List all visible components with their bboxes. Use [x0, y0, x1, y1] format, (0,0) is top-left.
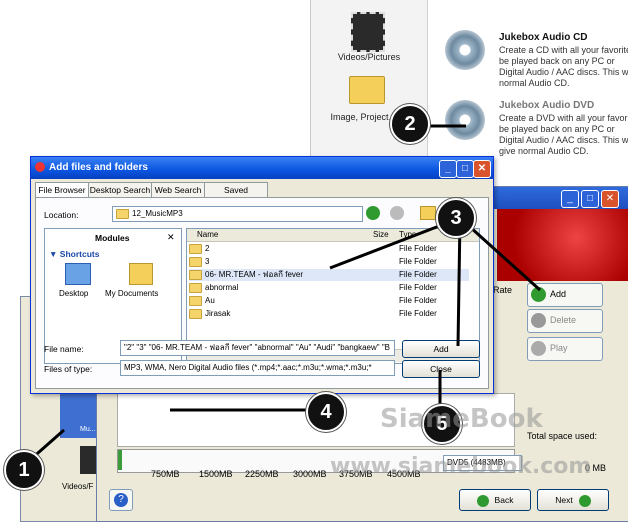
callout-lines	[29, 124, 542, 462]
callout-3: 3	[436, 198, 476, 238]
callout-2: 2	[390, 104, 430, 144]
callout-4: 4	[306, 392, 346, 432]
watermark-url: www.siamebook.com	[330, 454, 592, 479]
watermark-text: SiameBook	[380, 404, 543, 434]
callout-1: 1	[4, 450, 44, 490]
